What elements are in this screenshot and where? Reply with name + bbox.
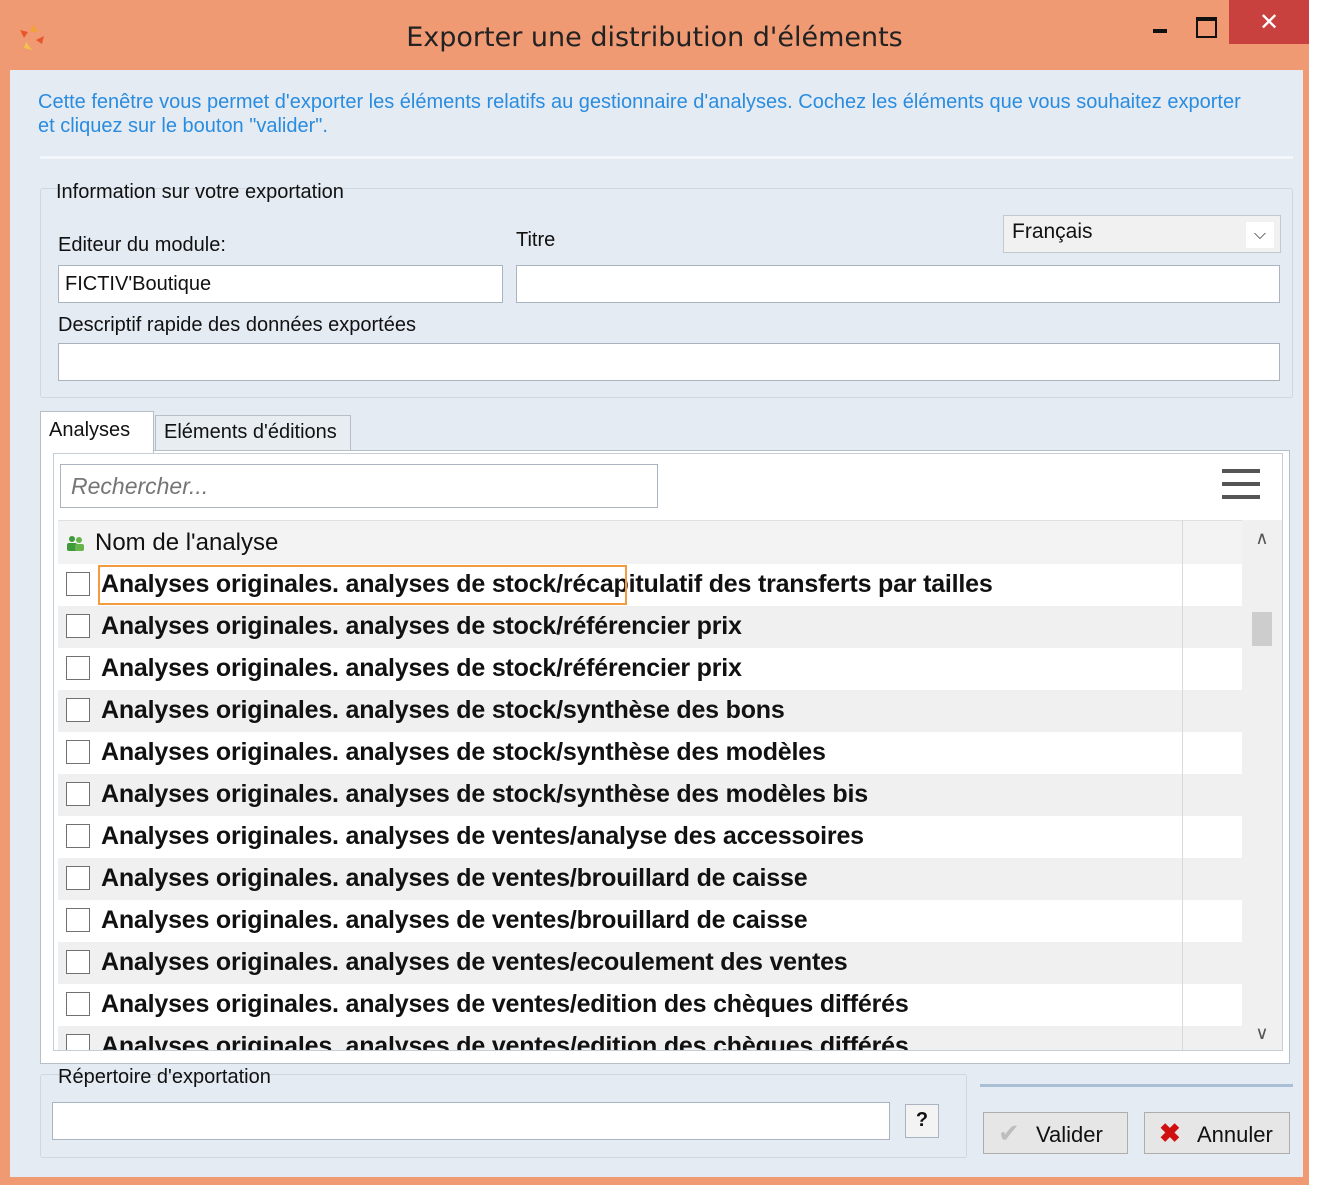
row-label: Analyses originales. analyses de ventes/… — [101, 864, 808, 892]
table-row[interactable]: Analyses originales. analyses de ventes/… — [58, 816, 1242, 858]
column-divider — [1182, 520, 1183, 1050]
row-checkbox[interactable] — [66, 824, 90, 848]
row-checkbox[interactable] — [66, 782, 90, 806]
editor-label: Editeur du module: — [58, 234, 226, 256]
row-checkbox[interactable] — [66, 698, 90, 722]
column-header-analysis-name: Nom de l'analyse — [95, 529, 279, 556]
vertical-scrollbar[interactable]: ∧ ∨ — [1242, 520, 1282, 1050]
grid-rows: Analyses originales. analyses de stock/r… — [58, 564, 1242, 1050]
row-label: Analyses originales. analyses de ventes/… — [101, 906, 808, 934]
tab-analyses[interactable]: Analyses — [40, 411, 154, 453]
table-row[interactable]: Analyses originales. analyses de stock/s… — [58, 690, 1242, 732]
table-row[interactable]: Analyses originales. analyses de ventes/… — [58, 984, 1242, 1026]
row-checkbox[interactable] — [66, 572, 90, 596]
grid-header[interactable]: Nom de l'analyse — [58, 520, 1242, 564]
table-row[interactable]: Analyses originales. analyses de ventes/… — [58, 858, 1242, 900]
divider — [40, 156, 1293, 159]
search-input[interactable] — [60, 464, 658, 508]
table-row[interactable]: Analyses originales. analyses de ventes/… — [58, 900, 1242, 942]
export-info-group-label: Information sur votre exportation — [56, 181, 344, 203]
title-field[interactable] — [516, 265, 1280, 303]
row-label: Analyses originales. analyses de stock/s… — [101, 780, 868, 808]
checkmark-icon: ✔ — [998, 1118, 1020, 1148]
language-select[interactable]: Français ⌵ — [1003, 215, 1281, 253]
chevron-down-icon[interactable]: ∨ — [1242, 1023, 1282, 1044]
row-checkbox[interactable] — [66, 614, 90, 638]
title-label: Titre — [516, 229, 556, 251]
export-directory-field[interactable] — [52, 1102, 890, 1140]
row-checkbox[interactable] — [66, 992, 90, 1016]
intro-text: Cette fenêtre vous permet d'exporter les… — [38, 91, 1241, 137]
cancel-button[interactable]: ✖ Annuler — [1144, 1112, 1290, 1154]
row-checkbox[interactable] — [66, 656, 90, 680]
table-row[interactable]: Analyses originales. analyses de stock/s… — [58, 774, 1242, 816]
row-label: Analyses originales. analyses de ventes/… — [101, 990, 909, 1018]
description-field[interactable] — [58, 343, 1280, 381]
chevron-up-icon[interactable]: ∧ — [1242, 528, 1282, 549]
tab-elements-editions[interactable]: Eléments d'éditions — [155, 415, 351, 451]
row-checkbox[interactable] — [66, 950, 90, 974]
table-row[interactable]: Analyses originales. analyses de stock/r… — [58, 564, 1242, 606]
close-button[interactable]: ✕ — [1229, 0, 1309, 44]
row-label: Analyses originales. analyses de stock/r… — [101, 654, 742, 682]
row-label: Analyses originales. analyses de ventes/… — [101, 822, 864, 850]
table-row[interactable]: Analyses originales. analyses de stock/r… — [58, 606, 1242, 648]
dialog-body: Cette fenêtre vous permet d'exporter les… — [10, 70, 1303, 1177]
minimize-button[interactable] — [1137, 0, 1183, 44]
row-checkbox[interactable] — [66, 1034, 90, 1050]
export-directory-label: Répertoire d'exportation — [58, 1066, 271, 1088]
table-row[interactable]: Analyses originales. analyses de stock/r… — [58, 648, 1242, 690]
row-label: Analyses originales. analyses de stock/s… — [101, 696, 785, 724]
table-row[interactable]: Analyses originales. analyses de ventes/… — [58, 942, 1242, 984]
close-icon: ✕ — [1258, 8, 1280, 36]
chevron-down-icon: ⌵ — [1246, 222, 1274, 248]
row-checkbox[interactable] — [66, 740, 90, 764]
analyses-tab-panel: Nom de l'analyse Analyses originales. an… — [40, 450, 1290, 1064]
table-row[interactable]: Analyses originales. analyses de stock/s… — [58, 732, 1242, 774]
cancel-button-label: Annuler — [1197, 1122, 1273, 1147]
divider — [980, 1084, 1293, 1087]
row-label: Analyses originales. analyses de stock/r… — [101, 612, 742, 640]
editor-field[interactable] — [58, 265, 503, 303]
description-label: Descriptif rapide des données exportées — [58, 314, 416, 336]
row-checkbox[interactable] — [66, 908, 90, 932]
title-bar[interactable]: Exporter une distribution d'éléments ✕ — [0, 0, 1309, 70]
row-label: Analyses originales. analyses de ventes/… — [101, 1032, 909, 1050]
export-distribution-window: Exporter une distribution d'éléments ✕ C… — [0, 0, 1309, 1185]
validate-button-label: Valider — [1036, 1122, 1103, 1147]
row-label: Analyses originales. analyses de ventes/… — [101, 948, 848, 976]
row-label: Analyses originales. analyses de stock/r… — [101, 570, 993, 598]
users-icon — [67, 536, 84, 551]
maximize-button[interactable] — [1183, 0, 1229, 44]
table-row[interactable]: Analyses originales. analyses de ventes/… — [58, 1026, 1242, 1050]
row-checkbox[interactable] — [66, 866, 90, 890]
row-label: Analyses originales. analyses de stock/s… — [101, 738, 826, 766]
validate-button[interactable]: ✔ Valider — [983, 1112, 1128, 1154]
help-button[interactable]: ? — [905, 1104, 939, 1138]
language-select-value: Français — [1012, 220, 1093, 243]
close-icon: ✖ — [1159, 1118, 1181, 1148]
scrollbar-thumb[interactable] — [1252, 612, 1272, 646]
window-title: Exporter une distribution d'éléments — [406, 22, 903, 53]
menu-icon[interactable] — [1222, 469, 1260, 503]
analyses-grid: Nom de l'analyse Analyses originales. an… — [53, 453, 1283, 1051]
